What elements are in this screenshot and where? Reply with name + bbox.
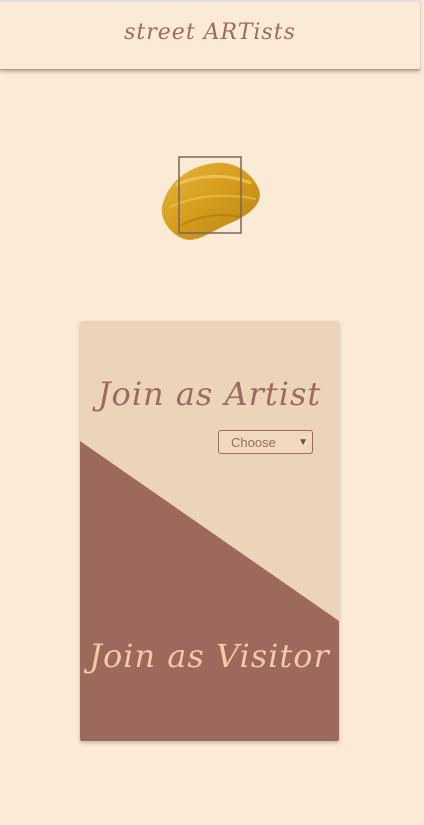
join-as-artist-link[interactable]: Join as Artist	[80, 375, 339, 413]
paint-brush-stroke-icon	[156, 155, 266, 245]
join-as-visitor-link[interactable]: Join as Visitor	[80, 637, 339, 675]
chevron-down-icon: ▼	[298, 436, 308, 448]
artist-type-select-value: Choose	[231, 434, 276, 450]
top-app-bar: street ARTists	[0, 0, 420, 70]
artist-type-select[interactable]: Choose ▼	[218, 430, 313, 454]
app-title[interactable]: street ARTists	[0, 20, 420, 45]
join-card: Join as Artist Choose ▼ Join as Visitor	[80, 321, 339, 741]
